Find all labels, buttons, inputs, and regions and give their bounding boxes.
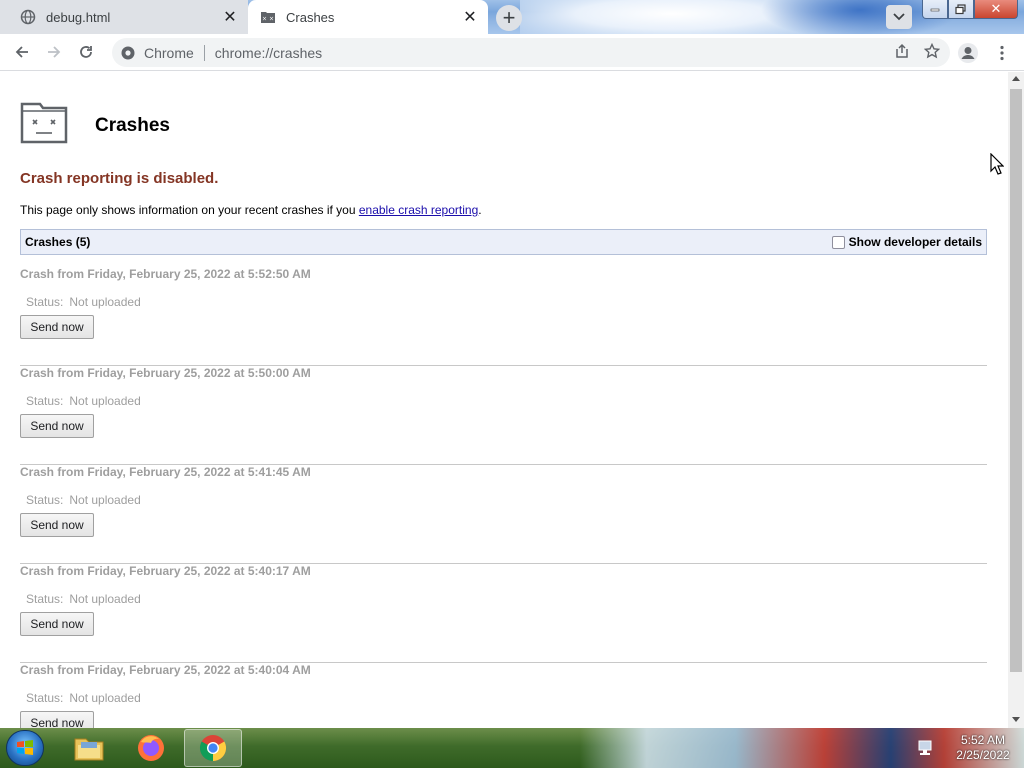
crash-status: Status: Not uploaded <box>26 394 141 408</box>
crash-status: Status: Not uploaded <box>26 295 141 309</box>
globe-icon <box>20 9 36 25</box>
send-now-button[interactable]: Send now <box>20 711 94 728</box>
system-tray: 5:52 AM 2/25/2022 <box>910 728 1024 768</box>
developer-details-checkbox[interactable] <box>831 235 845 249</box>
tab-close-icon[interactable]: ✕ <box>218 5 242 29</box>
chevron-down-icon <box>893 13 905 21</box>
browser-toolbar: Chrome chrome://crashes <box>0 34 1024 71</box>
windows-taskbar: 5:52 AM 2/25/2022 <box>0 728 1024 768</box>
status-value: Not uploaded <box>69 295 141 309</box>
info-text: This page only shows information on your… <box>20 203 482 217</box>
page-content: Crashes Crash reporting is disabled. Thi… <box>0 72 1008 728</box>
firefox-icon <box>138 735 164 761</box>
tab-title: Crashes <box>286 9 335 25</box>
restore-button[interactable] <box>948 0 974 19</box>
scroll-up-arrow-icon[interactable] <box>1012 76 1020 81</box>
chrome-icon <box>199 735 227 762</box>
new-tab-button[interactable]: + <box>496 5 522 31</box>
send-now-button[interactable]: Send now <box>20 612 94 636</box>
minimize-button[interactable] <box>922 0 948 19</box>
restore-icon <box>955 3 966 14</box>
windows-logo-icon <box>17 740 33 755</box>
sad-folder-icon <box>20 102 68 149</box>
close-icon: ✕ <box>990 1 1002 16</box>
bookmark-star-icon[interactable] <box>923 42 941 62</box>
crash-list-item: Crash from Friday, February 25, 2022 at … <box>20 267 987 366</box>
page-title: Crashes <box>95 115 170 136</box>
send-now-button[interactable]: Send now <box>20 513 94 537</box>
status-label: Status: <box>26 691 64 705</box>
start-button[interactable] <box>6 730 44 766</box>
tab-search-button[interactable] <box>886 5 912 29</box>
crash-title: Crash from Friday, February 25, 2022 at … <box>20 663 311 677</box>
crash-count-label: Crashes (5) <box>25 235 91 249</box>
status-label: Status: <box>26 394 64 408</box>
tab-debug[interactable]: debug.html ✕ <box>0 0 248 34</box>
chrome-page-icon <box>120 45 136 61</box>
scrollbar-thumb[interactable] <box>1010 89 1022 672</box>
chrome-menu-button[interactable] <box>993 42 1011 64</box>
sad-folder-icon: × × <box>260 9 276 25</box>
crash-list-item: Crash from Friday, February 25, 2022 at … <box>20 465 987 564</box>
clock-date: 2/25/2022 <box>956 748 1010 762</box>
info-text-suffix: . <box>478 203 482 217</box>
crash-reporting-disabled-message: Crash reporting is disabled. <box>20 170 219 187</box>
status-label: Status: <box>26 295 64 309</box>
mouse-cursor-icon <box>990 152 1005 180</box>
crash-title: Crash from Friday, February 25, 2022 at … <box>20 465 311 479</box>
tab-close-icon[interactable]: ✕ <box>458 5 482 29</box>
folder-icon <box>74 738 104 761</box>
crash-title: Crash from Friday, February 25, 2022 at … <box>20 366 311 380</box>
tab-crashes[interactable]: × × Crashes ✕ <box>248 0 488 34</box>
taskbar-chrome[interactable] <box>184 729 242 767</box>
taskbar-firefox[interactable] <box>122 729 180 767</box>
info-text-prefix: This page only shows information on your… <box>20 203 359 217</box>
svg-text:× ×: × × <box>262 16 274 23</box>
window-close-button[interactable]: ✕ <box>974 0 1018 19</box>
crash-title: Crash from Friday, February 25, 2022 at … <box>20 564 311 578</box>
enable-crash-reporting-link[interactable]: enable crash reporting <box>359 203 478 217</box>
status-label: Status: <box>26 493 64 507</box>
status-value: Not uploaded <box>69 493 141 507</box>
forward-arrow-icon <box>48 46 61 58</box>
crash-list-item: Crash from Friday, February 25, 2022 at … <box>20 366 987 465</box>
taskbar-clock[interactable]: 5:52 AM 2/25/2022 <box>948 733 1018 763</box>
address-separator <box>203 44 205 61</box>
clock-time: 5:52 AM <box>960 733 1006 747</box>
taskbar-file-explorer[interactable] <box>60 729 118 767</box>
send-now-button[interactable]: Send now <box>20 315 94 339</box>
crash-status: Status: Not uploaded <box>26 691 141 705</box>
status-value: Not uploaded <box>69 691 141 705</box>
vertical-scrollbar[interactable] <box>1008 72 1024 728</box>
share-icon[interactable] <box>894 43 910 62</box>
back-arrow-icon <box>15 46 28 58</box>
network-icon[interactable] <box>916 740 934 761</box>
person-icon <box>958 43 978 63</box>
status-value: Not uploaded <box>69 394 141 408</box>
title-bar: debug.html ✕ × × Crashes ✕ + ✕ <box>0 0 1024 34</box>
reload-button[interactable] <box>72 38 100 66</box>
status-label: Status: <box>26 592 64 606</box>
crash-status: Status: Not uploaded <box>26 592 141 606</box>
back-button[interactable] <box>8 38 36 66</box>
more-vert-icon <box>1000 45 1004 61</box>
scroll-down-arrow-icon[interactable] <box>1012 717 1020 722</box>
crash-list-header: Crashes (5) Show developer details <box>20 229 987 255</box>
status-value: Not uploaded <box>69 592 141 606</box>
send-now-button[interactable]: Send now <box>20 414 94 438</box>
developer-details-toggle[interactable]: Show developer details <box>831 235 982 249</box>
url-text[interactable]: chrome://crashes <box>215 45 322 61</box>
crash-list-item: Crash from Friday, February 25, 2022 at … <box>20 564 987 663</box>
crash-list-item: Crash from Friday, February 25, 2022 at … <box>20 663 987 728</box>
tab-title: debug.html <box>46 9 111 25</box>
crash-status: Status: Not uploaded <box>26 493 141 507</box>
profile-avatar-button[interactable] <box>957 42 979 64</box>
minimize-icon <box>930 8 940 12</box>
scheme-label: Chrome <box>144 44 194 61</box>
crash-title: Crash from Friday, February 25, 2022 at … <box>20 267 311 281</box>
developer-details-label: Show developer details <box>848 235 982 249</box>
reload-icon <box>80 46 92 58</box>
address-bar[interactable]: Chrome chrome://crashes <box>112 38 950 67</box>
forward-button[interactable] <box>40 38 68 66</box>
